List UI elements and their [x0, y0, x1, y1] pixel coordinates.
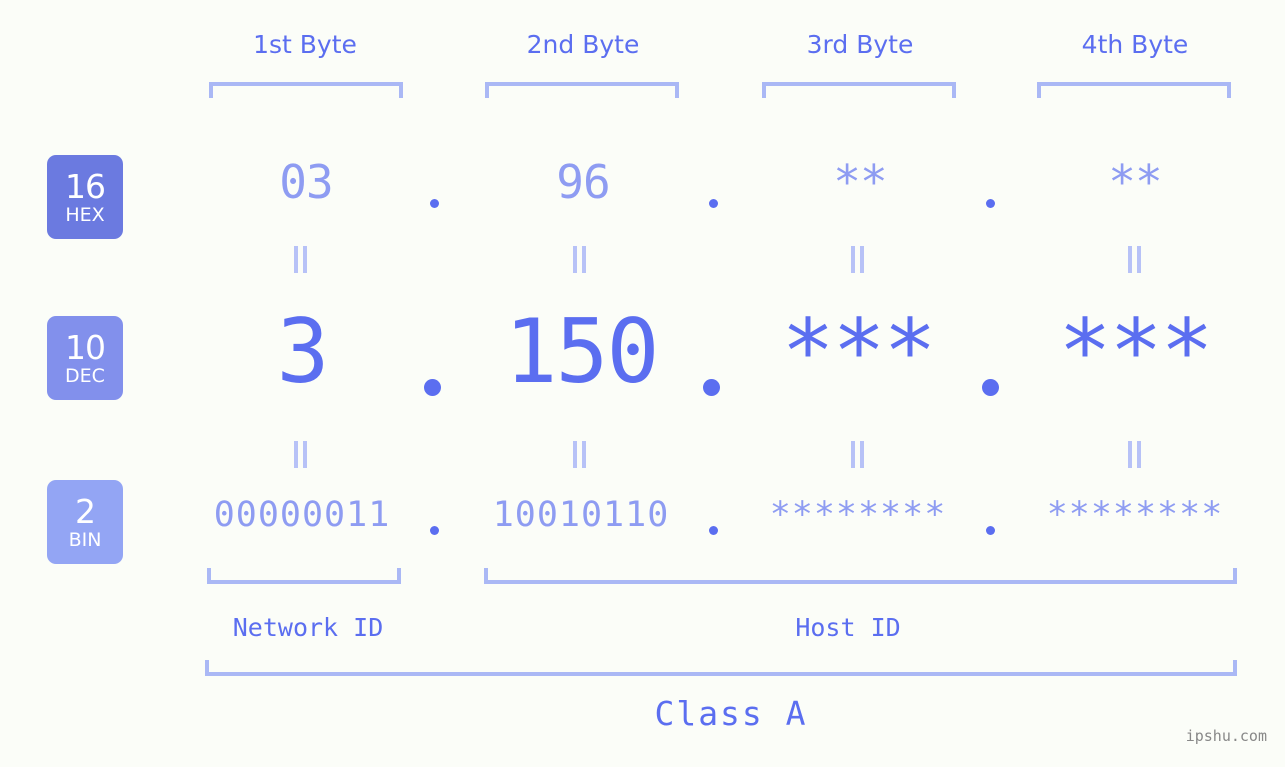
bin-separator-dot-2	[709, 526, 718, 535]
class-bracket	[205, 660, 1237, 676]
equals-icon-dec-bin-4	[1128, 441, 1142, 468]
bin-byte-2-value: 10010110	[492, 495, 670, 535]
radix-badge-dec: 10 DEC	[47, 316, 123, 400]
equals-icon-hex-dec-1	[294, 246, 308, 273]
byte-header-3: 3rd Byte	[806, 30, 914, 59]
dec-separator-dot-1	[424, 379, 441, 396]
bin-separator-dot-1	[430, 526, 439, 535]
hex-separator-dot-1	[430, 199, 439, 208]
radix-badge-hex-label: HEX	[65, 203, 105, 226]
ip-address-breakdown-diagram: 1st Byte 2nd Byte 3rd Byte 4th Byte 16 H…	[0, 0, 1285, 767]
hex-byte-3-value: **	[833, 155, 887, 209]
dec-separator-dot-3	[982, 379, 999, 396]
hex-byte-4-value: **	[1108, 155, 1162, 209]
host-id-bracket	[484, 568, 1237, 584]
hex-byte-2-value: 96	[556, 155, 610, 209]
radix-badge-hex: 16 HEX	[47, 155, 123, 239]
byte-header-4: 4th Byte	[1081, 30, 1189, 59]
network-id-label: Network ID	[232, 613, 384, 642]
byte-bracket-2	[485, 82, 679, 98]
host-id-label: Host ID	[795, 613, 901, 642]
hex-byte-1-value: 03	[279, 155, 333, 209]
radix-badge-dec-label: DEC	[65, 364, 105, 387]
dec-byte-4-value: ***	[1058, 300, 1214, 403]
equals-icon-hex-dec-2	[573, 246, 587, 273]
dec-byte-3-value: ***	[781, 300, 937, 403]
bin-byte-3-value: ********	[769, 495, 947, 535]
dec-separator-dot-2	[703, 379, 720, 396]
bin-byte-1-value: 00000011	[213, 495, 391, 535]
hex-separator-dot-3	[986, 199, 995, 208]
radix-badge-bin: 2 BIN	[47, 480, 123, 564]
byte-bracket-1	[209, 82, 403, 98]
byte-header-2: 2nd Byte	[526, 30, 640, 59]
hex-separator-dot-2	[709, 199, 718, 208]
equals-icon-dec-bin-3	[851, 441, 865, 468]
bin-separator-dot-3	[986, 526, 995, 535]
radix-badge-hex-number: 16	[65, 166, 106, 206]
dec-byte-2-value: 150	[504, 300, 660, 403]
network-id-bracket	[207, 568, 401, 584]
radix-badge-bin-number: 2	[75, 491, 96, 531]
class-label: Class A	[654, 694, 808, 733]
equals-icon-hex-dec-3	[851, 246, 865, 273]
radix-badge-bin-label: BIN	[68, 528, 102, 551]
byte-bracket-4	[1037, 82, 1231, 98]
bin-byte-4-value: ********	[1046, 495, 1224, 535]
equals-icon-hex-dec-4	[1128, 246, 1142, 273]
radix-badge-dec-number: 10	[65, 327, 106, 367]
byte-bracket-3	[762, 82, 956, 98]
site-watermark: ipshu.com	[1185, 727, 1267, 745]
dec-byte-1-value: 3	[276, 300, 330, 403]
equals-icon-dec-bin-1	[294, 441, 308, 468]
equals-icon-dec-bin-2	[573, 441, 587, 468]
byte-header-1: 1st Byte	[253, 30, 357, 59]
